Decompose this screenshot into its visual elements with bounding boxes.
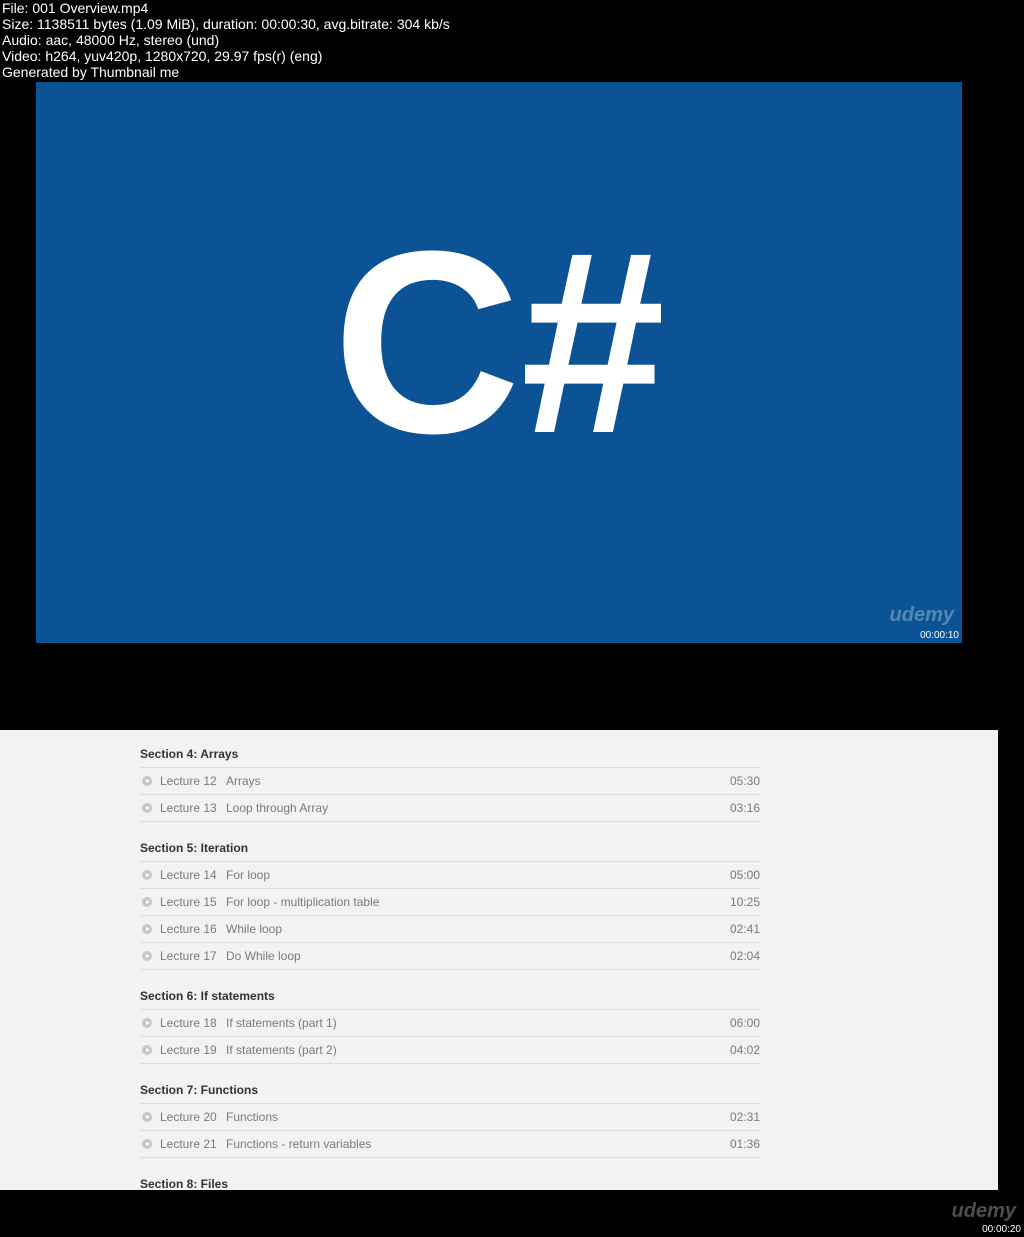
play-icon xyxy=(140,803,154,813)
thumbnail-frame-1: C# udemy 00:00:10 xyxy=(0,82,998,680)
lecture-row[interactable]: Lecture 14For loop05:00 xyxy=(140,862,760,889)
meta-file: File: 001 Overview.mp4 xyxy=(2,0,1022,16)
section-title: Section 6: If statements xyxy=(140,984,760,1010)
csharp-hash: # xyxy=(521,239,666,447)
lecture-row[interactable]: Lecture 21Functions - return variables01… xyxy=(140,1131,760,1158)
lecture-row[interactable]: Lecture 20Functions02:31 xyxy=(140,1104,760,1131)
lecture-duration: 02:31 xyxy=(710,1110,760,1124)
lecture-title: If statements (part 1) xyxy=(226,1016,710,1030)
meta-audio: Audio: aac, 48000 Hz, stereo (und) xyxy=(2,32,1022,48)
lecture-title: Loop through Array xyxy=(226,801,710,815)
lecture-duration: 10:25 xyxy=(710,895,760,909)
section-title: Section 4: Arrays xyxy=(140,742,760,768)
lecture-label: Lecture 13 xyxy=(154,801,226,815)
play-icon xyxy=(140,776,154,786)
lecture-duration: 05:00 xyxy=(710,868,760,882)
lecture-row[interactable]: Lecture 17Do While loop02:04 xyxy=(140,943,760,970)
lecture-duration: 04:02 xyxy=(710,1043,760,1057)
meta-video: Video: h264, yuv420p, 1280x720, 29.97 fp… xyxy=(2,48,1022,64)
curriculum-screen: Section 4: ArraysLecture 12Arrays05:30Le… xyxy=(0,730,998,1190)
play-icon xyxy=(140,870,154,880)
lecture-label: Lecture 19 xyxy=(154,1043,226,1057)
lecture-title: For loop xyxy=(226,868,710,882)
lecture-row[interactable]: Lecture 18If statements (part 1)06:00 xyxy=(140,1010,760,1037)
lecture-title: Do While loop xyxy=(226,949,710,963)
footer-black: udemy 00:00:20 xyxy=(0,1190,1024,1237)
lecture-duration: 01:36 xyxy=(710,1137,760,1151)
lecture-label: Lecture 21 xyxy=(154,1137,226,1151)
lecture-row[interactable]: Lecture 12Arrays05:30 xyxy=(140,768,760,795)
thumbnail-frame-2: Section 4: ArraysLecture 12Arrays05:30Le… xyxy=(0,730,998,1190)
udemy-watermark: udemy xyxy=(890,604,954,627)
meta-generated: Generated by Thumbnail me xyxy=(2,64,1022,80)
curriculum-list: Section 4: ArraysLecture 12Arrays05:30Le… xyxy=(140,730,760,1190)
frame-timestamp: 00:00:20 xyxy=(982,1224,1021,1235)
lecture-label: Lecture 17 xyxy=(154,949,226,963)
lecture-label: Lecture 12 xyxy=(154,774,226,788)
lecture-label: Lecture 20 xyxy=(154,1110,226,1124)
slide-csharp: C# udemy 00:00:10 xyxy=(36,82,962,643)
lecture-row[interactable]: Lecture 19If statements (part 2)04:02 xyxy=(140,1037,760,1064)
lecture-label: Lecture 14 xyxy=(154,868,226,882)
lecture-title: Functions - return variables xyxy=(226,1137,710,1151)
lecture-duration: 03:16 xyxy=(710,801,760,815)
file-metadata: File: 001 Overview.mp4 Size: 1138511 byt… xyxy=(0,0,1024,80)
csharp-logo: C# xyxy=(333,239,665,447)
section-title: Section 8: Files xyxy=(140,1172,760,1190)
lecture-title: While loop xyxy=(226,922,710,936)
frame-timestamp: 00:00:10 xyxy=(920,630,959,641)
lecture-duration: 06:00 xyxy=(710,1016,760,1030)
lecture-duration: 02:04 xyxy=(710,949,760,963)
lecture-row[interactable]: Lecture 13Loop through Array03:16 xyxy=(140,795,760,822)
lecture-duration: 05:30 xyxy=(710,774,760,788)
lecture-title: If statements (part 2) xyxy=(226,1043,710,1057)
lecture-label: Lecture 16 xyxy=(154,922,226,936)
lecture-duration: 02:41 xyxy=(710,922,760,936)
play-icon xyxy=(140,1139,154,1149)
lecture-row[interactable]: Lecture 16While loop02:41 xyxy=(140,916,760,943)
play-icon xyxy=(140,951,154,961)
section-title: Section 7: Functions xyxy=(140,1078,760,1104)
play-icon xyxy=(140,1112,154,1122)
lecture-label: Lecture 18 xyxy=(154,1016,226,1030)
csharp-letter-c: C xyxy=(333,239,521,447)
play-icon xyxy=(140,924,154,934)
udemy-watermark: udemy xyxy=(952,1200,1016,1223)
meta-size: Size: 1138511 bytes (1.09 MiB), duration… xyxy=(2,16,1022,32)
play-icon xyxy=(140,1045,154,1055)
lecture-title: Arrays xyxy=(226,774,710,788)
lecture-title: For loop - multiplication table xyxy=(226,895,710,909)
section-title: Section 5: Iteration xyxy=(140,836,760,862)
lecture-row[interactable]: Lecture 15For loop - multiplication tabl… xyxy=(140,889,760,916)
frame-gap xyxy=(0,680,1024,730)
play-icon xyxy=(140,897,154,907)
lecture-title: Functions xyxy=(226,1110,710,1124)
play-icon xyxy=(140,1018,154,1028)
lecture-label: Lecture 15 xyxy=(154,895,226,909)
